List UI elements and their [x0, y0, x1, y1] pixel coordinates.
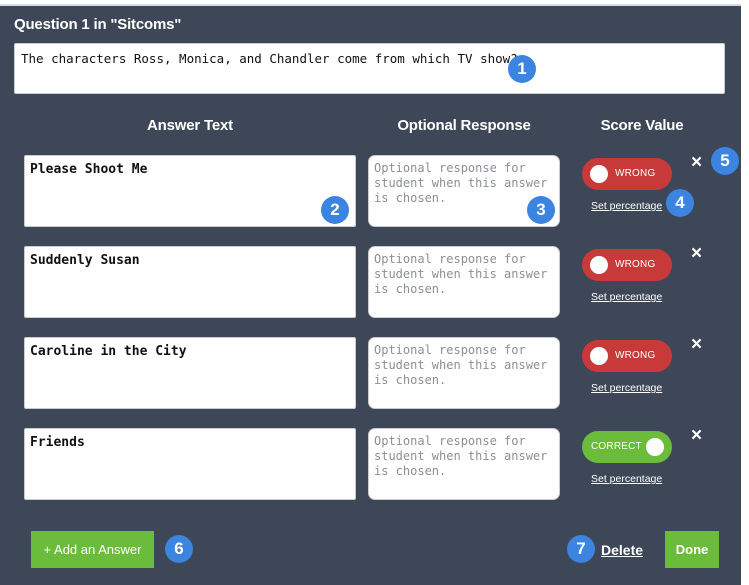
callout-badge-1: 1: [508, 55, 536, 83]
score-toggle[interactable]: CORRECT: [582, 431, 672, 463]
set-percentage-link[interactable]: Set percentage: [591, 382, 662, 394]
callout-badge-2: 2: [321, 196, 349, 224]
optional-response-input[interactable]: [368, 428, 560, 500]
done-button[interactable]: Done: [665, 531, 719, 568]
callout-badge-7: 7: [567, 535, 595, 563]
answer-row: Friends CORRECT Set percentage ×: [0, 426, 741, 500]
answer-text-input[interactable]: Suddenly Susan: [24, 246, 356, 318]
answer-text-input[interactable]: Caroline in the City: [24, 337, 356, 409]
set-percentage-link[interactable]: Set percentage: [591, 473, 662, 485]
close-icon[interactable]: ×: [691, 153, 702, 172]
delete-link[interactable]: Delete: [601, 542, 643, 558]
question-editor-panel: Question 1 in "Sitcoms" The characters R…: [0, 4, 741, 585]
close-icon[interactable]: ×: [691, 426, 702, 445]
answer-text-header: Answer Text: [147, 117, 233, 134]
optional-response-header: Optional Response: [397, 117, 531, 134]
score-toggle-label: CORRECT: [591, 441, 642, 452]
add-answer-button[interactable]: + Add an Answer: [31, 531, 154, 568]
score-toggle[interactable]: WRONG: [582, 158, 672, 190]
score-toggle[interactable]: WRONG: [582, 249, 672, 281]
score-value-header: Score Value: [600, 117, 684, 134]
callout-badge-4: 4: [666, 189, 694, 217]
toggle-knob: [646, 438, 664, 456]
close-icon[interactable]: ×: [691, 244, 702, 263]
close-icon[interactable]: ×: [691, 335, 702, 354]
toggle-knob: [590, 256, 608, 274]
answer-row: Please Shoot Me WRONG Set percentage ×: [0, 153, 741, 227]
toggle-knob: [590, 165, 608, 183]
toggle-knob: [590, 347, 608, 365]
set-percentage-link[interactable]: Set percentage: [591, 291, 662, 303]
optional-response-input[interactable]: [368, 337, 560, 409]
answer-row: Caroline in the City WRONG Set percentag…: [0, 335, 741, 409]
score-toggle-label: WRONG: [615, 168, 656, 179]
score-toggle-label: WRONG: [615, 350, 656, 361]
question-text-input[interactable]: The characters Ross, Monica, and Chandle…: [14, 43, 725, 94]
set-percentage-link[interactable]: Set percentage: [591, 200, 662, 212]
callout-badge-5: 5: [711, 147, 739, 175]
answer-text-input[interactable]: Please Shoot Me: [24, 155, 356, 227]
optional-response-input[interactable]: [368, 246, 560, 318]
answer-text-input[interactable]: Friends: [24, 428, 356, 500]
callout-badge-6: 6: [165, 535, 193, 563]
callout-badge-3: 3: [527, 196, 555, 224]
score-toggle[interactable]: WRONG: [582, 340, 672, 372]
answer-row: Suddenly Susan WRONG Set percentage ×: [0, 244, 741, 318]
score-toggle-label: WRONG: [615, 259, 656, 270]
question-title: Question 1 in "Sitcoms": [14, 16, 182, 33]
